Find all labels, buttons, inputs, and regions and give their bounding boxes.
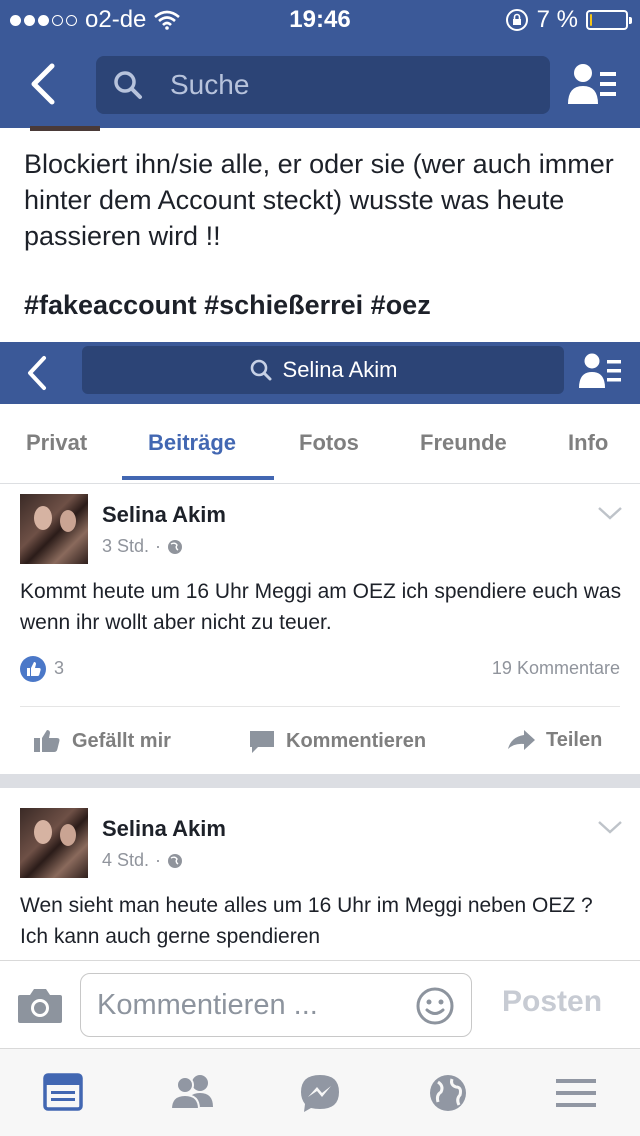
tab-beitraege: Beiträge: [148, 430, 237, 455]
thumbs-up-icon: [34, 730, 60, 752]
smiley-icon: [416, 987, 454, 1025]
post-image-screenshot[interactable]: Selina Akim Privat Beiträge Fotos Freund…: [0, 342, 640, 960]
previous-image-edge: [30, 126, 100, 131]
post-body: Wen sieht man heute alles um 16 Uhr im M…: [20, 894, 593, 948]
post-time: 3 Std.: [102, 536, 150, 556]
friend-requests-button[interactable]: [566, 62, 618, 108]
back-chevron-icon: [31, 63, 55, 105]
post-time: 4 Std.: [102, 850, 150, 870]
profile-tabs: Privat Beiträge Fotos Freunde Info: [0, 404, 640, 484]
divider: [20, 706, 620, 707]
news-feed-icon: [43, 1073, 83, 1111]
tab-notifications[interactable]: [426, 1073, 470, 1113]
friend-requests-icon: [568, 64, 616, 104]
comment-input-box[interactable]: [80, 973, 472, 1037]
battery-level: [590, 14, 592, 26]
tab-info: Info: [568, 430, 609, 455]
tab-menu[interactable]: [554, 1073, 598, 1113]
emoji-button[interactable]: [415, 986, 455, 1026]
tab-friends[interactable]: [169, 1073, 214, 1113]
like-reaction-icon: [20, 656, 46, 682]
status-bar: o2-de 19:46 7 %: [0, 0, 640, 40]
search-bar[interactable]: [96, 56, 550, 114]
post-separator: [0, 774, 640, 788]
screenshot-nav-bar: Selina Akim: [0, 342, 640, 404]
post-meta: 4 Std. ·: [102, 850, 183, 871]
tab-fotos: Fotos: [299, 430, 359, 455]
active-tab-indicator: [122, 476, 274, 480]
post-author: Selina Akim: [102, 816, 226, 841]
messenger-icon: [301, 1075, 339, 1112]
comment-bubble-icon: [250, 731, 274, 753]
bottom-tab-bar: [0, 1048, 640, 1136]
chevron-down-icon: [598, 821, 622, 834]
avatar: [20, 494, 88, 564]
friend-requests-icon: [579, 353, 621, 388]
globe-notifications-icon: [430, 1075, 466, 1111]
back-chevron-icon: [28, 356, 46, 390]
back-button[interactable]: [22, 60, 66, 108]
comment-count: 19 Kommentare: [491, 658, 620, 678]
globe-icon: [168, 853, 183, 868]
tab-news-feed[interactable]: [42, 1073, 86, 1113]
search-icon: [250, 359, 272, 381]
feed-post: Selina Akim 3 Std. · Kommt heute um 16 U…: [0, 484, 640, 774]
comment-input[interactable]: [97, 974, 407, 1036]
globe-icon: [168, 539, 183, 554]
comment-action: Kommentieren: [248, 728, 426, 754]
tab-privat: Privat: [26, 430, 88, 455]
post-body: Kommt heute um 16 Uhr Meggi am OEZ ich s…: [20, 580, 622, 634]
search-input[interactable]: [170, 56, 530, 114]
post-hashtags[interactable]: #fakeaccount #schießerrei #oez: [24, 290, 431, 321]
share-action: Teilen: [506, 728, 602, 752]
reaction-summary: 3 19 Kommentare: [20, 656, 620, 686]
post-author: Selina Akim: [102, 502, 226, 527]
camera-icon: [18, 989, 62, 1023]
share-arrow-icon: [508, 730, 535, 750]
screenshot-search-text: Selina Akim: [282, 357, 398, 382]
tab-messenger[interactable]: [298, 1073, 342, 1113]
battery-percent: 7 %: [536, 6, 578, 33]
avatar: [20, 808, 88, 878]
like-count: 3: [54, 658, 65, 678]
battery-icon: [586, 10, 632, 30]
comment-composer: Posten: [0, 960, 640, 1048]
camera-button[interactable]: [16, 985, 64, 1025]
post-meta: 3 Std. ·: [102, 536, 183, 557]
post-comment-button[interactable]: Posten: [502, 985, 602, 1019]
post-text: Blockiert ihn/sie alle, er oder sie (wer…: [24, 149, 614, 251]
chevron-down-icon: [598, 507, 622, 520]
menu-icon: [556, 1079, 596, 1107]
friends-icon: [169, 1075, 213, 1110]
like-action: Gefällt mir: [32, 728, 171, 754]
battery-info: 7 %: [505, 6, 632, 34]
search-icon: [114, 71, 142, 99]
feed-post: Selina Akim 4 Std. · Wen sieht man heute…: [0, 788, 640, 960]
screenshot-search-bar: Selina Akim: [82, 346, 564, 394]
tab-freunde: Freunde: [420, 430, 507, 455]
top-navigation: [0, 40, 640, 128]
rotation-lock-icon: [505, 9, 528, 31]
